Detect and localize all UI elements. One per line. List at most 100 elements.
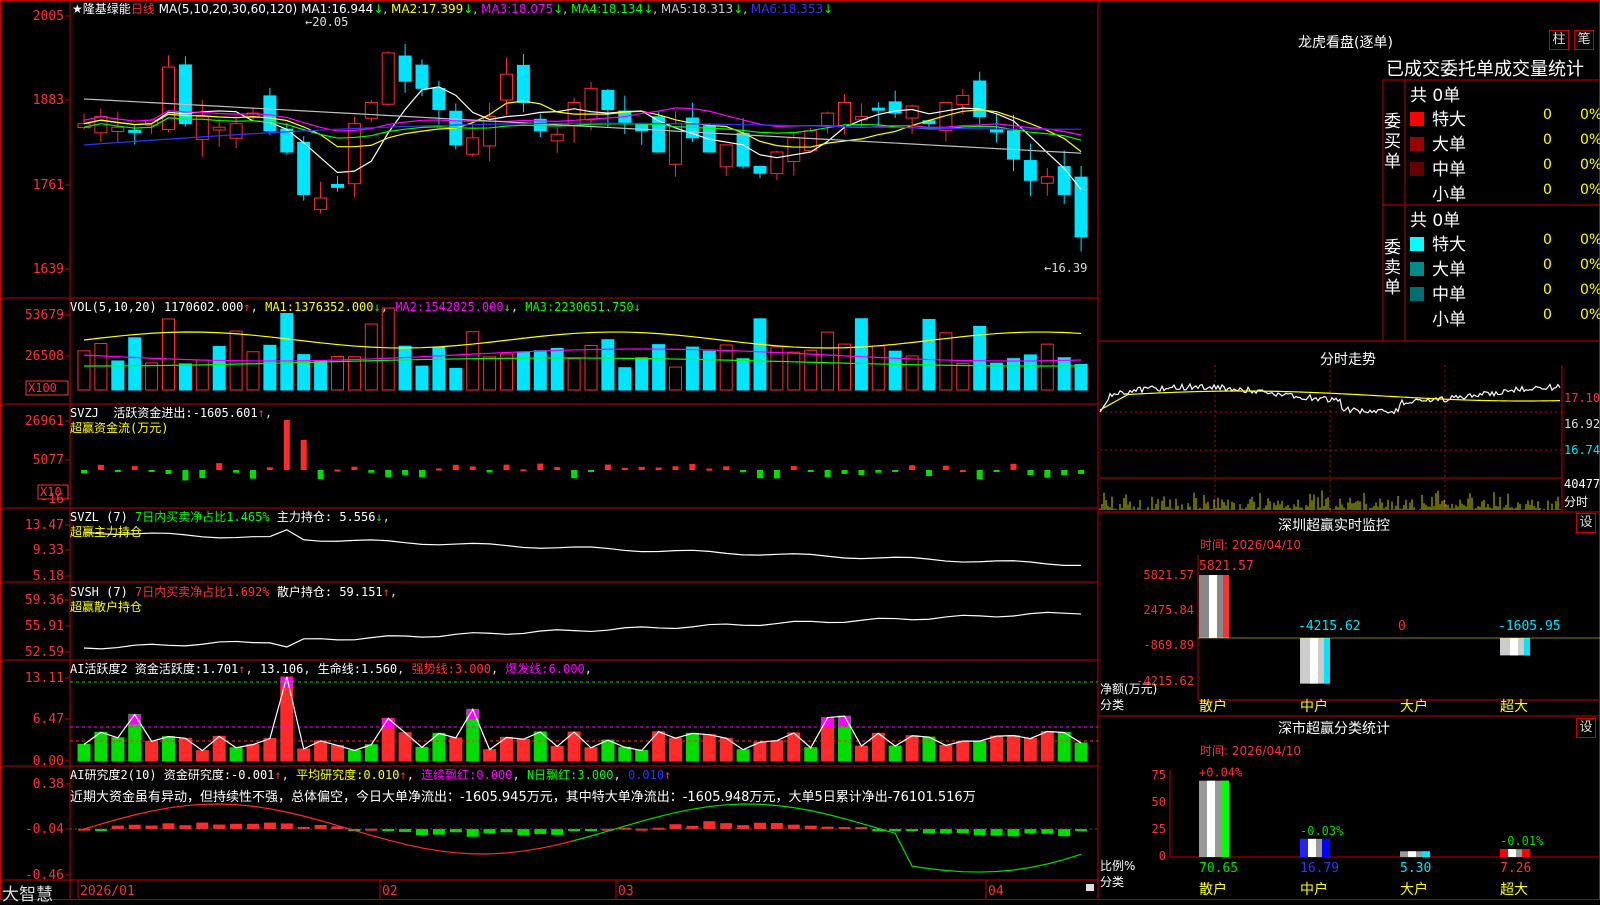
candle-body <box>770 151 784 175</box>
ai2-arrow2: ↑ <box>399 768 407 782</box>
ai2-v5: 0.010 <box>627 768 665 782</box>
sell-side-label: 委卖单 <box>1384 238 1401 298</box>
lhb-swatch <box>1410 162 1424 176</box>
svzj-bar <box>266 467 273 470</box>
ai2-bar <box>466 829 479 837</box>
ai2-bar <box>1024 829 1037 834</box>
monitor-category: 超大 <box>1500 699 1528 715</box>
ai1-text1: 资金活跃度: <box>134 662 203 676</box>
volume-bar <box>246 351 260 391</box>
svzj-bar <box>469 466 476 470</box>
stats-bar <box>1199 780 1229 857</box>
ai1-bar <box>1057 732 1071 762</box>
candle-body <box>500 73 513 101</box>
ai1-v4: 3.000 <box>454 662 491 676</box>
monitor-category: 大户 <box>1400 698 1428 715</box>
volume-bar <box>415 365 429 391</box>
monitor-value-label: 0 <box>1398 619 1406 634</box>
monitor-title: 深圳超赢实时监控 <box>1278 518 1390 534</box>
stats-category: 中户 <box>1300 881 1328 898</box>
stats-bar <box>1500 849 1530 857</box>
candle-body <box>787 137 801 163</box>
ai1-bars <box>77 676 1088 762</box>
ai2-bar <box>551 829 564 835</box>
volume-bar <box>854 318 868 391</box>
monitor-settings-button[interactable]: 设 <box>1576 513 1596 533</box>
ai2-bar <box>432 829 445 835</box>
svzj-bar <box>1027 470 1034 476</box>
ai1-bar <box>145 740 159 762</box>
ai1-bar <box>246 744 260 762</box>
stats-bar-light <box>1508 849 1516 857</box>
ma6-arrow: ↓ <box>823 2 834 16</box>
svzj-bar <box>875 470 882 473</box>
lhb-swatch <box>1410 287 1424 301</box>
candle-body <box>263 95 277 132</box>
candle-body <box>381 52 395 105</box>
volume-bar <box>939 332 953 391</box>
vol-ma1-arrow: ↓ <box>373 300 381 314</box>
lhb-row-percent: 0% <box>1580 307 1600 323</box>
svsh-ytick: 59.36 <box>25 593 64 608</box>
monitor-time: 时间: 2026/04/10 <box>1200 538 1302 552</box>
candle-body <box>1007 130 1020 160</box>
svzj-ytick: 5077 <box>33 453 64 468</box>
lhb-header: 已成交委托单成交量统计 <box>1386 59 1584 80</box>
ma1-value: 16.944 <box>331 2 374 16</box>
ai2-bar <box>568 829 581 831</box>
ma4-label: MA4: <box>570 2 602 16</box>
xaxis-label: 04 <box>988 884 1004 899</box>
ai1-bar <box>77 743 91 762</box>
ai2-bar <box>990 829 1003 836</box>
volume-bars <box>77 307 1088 391</box>
svzl-text1: 7日内买卖净占比1.465% <box>135 510 270 524</box>
ma2-arrow: ↓ <box>463 2 474 16</box>
vol-arrow: ↑ <box>243 300 251 314</box>
tick-mode-button[interactable]: 笔 <box>1574 30 1594 50</box>
ai2-arrow5: ↑ <box>664 768 672 782</box>
lock-icon <box>1086 884 1094 891</box>
svzj-bar <box>926 470 932 477</box>
vol-ma3-label: MA3: <box>525 300 555 314</box>
stats-title: 深市超赢分类统计 <box>1278 721 1390 737</box>
monitor-ylabel2: 分类 <box>1100 698 1125 712</box>
stats-bar-edge <box>1422 851 1430 857</box>
lhb-swatch <box>1410 237 1424 251</box>
volume-bar <box>94 343 108 391</box>
bar-mode-button[interactable]: 柱 <box>1549 30 1569 50</box>
ai2-bar <box>703 821 716 829</box>
volume-bar <box>838 343 851 391</box>
ma2-value: 17.399 <box>421 2 464 16</box>
svsh-subtitle: 超赢散户持仓 <box>70 600 143 614</box>
monitor-category: 中户 <box>1300 698 1328 715</box>
stock-name[interactable]: 隆基绿能 <box>83 2 131 16</box>
vol-ytick: 26508 <box>25 349 64 364</box>
ai1-bar <box>939 744 953 762</box>
stats-ytick: 50 <box>1152 795 1166 809</box>
svzj-bar <box>706 468 713 471</box>
volume-bar <box>1057 357 1071 391</box>
svzj-bar <box>689 464 696 470</box>
ai2-text4: N日飘红: <box>526 768 578 782</box>
period-label[interactable]: 日线 <box>131 2 155 16</box>
ai1-ytick: 6.47 <box>33 712 64 727</box>
vol-value: 1170602.000 <box>163 300 244 314</box>
stock-chart-canvas[interactable]: 20051883176116395367926508X100269615077-… <box>0 0 1600 900</box>
svzl-ytick: 5.18 <box>33 569 64 584</box>
lhb-row-name: 小单 <box>1432 310 1466 330</box>
stats-settings-button[interactable]: 设 <box>1576 718 1596 738</box>
ai2-text1: 资金研究度: <box>163 768 232 782</box>
ma4-arrow: ↓ <box>643 2 654 16</box>
ai2-bar <box>939 829 952 834</box>
monitor-bar-light <box>1510 638 1518 656</box>
ai1-bar <box>1074 742 1088 762</box>
ai2-bar <box>770 823 783 829</box>
svzj-bar <box>283 420 290 470</box>
candle-body <box>1057 166 1071 195</box>
vol-ma1-value: 1376352.000 <box>294 300 374 314</box>
vol-unit: X100 <box>28 381 57 395</box>
svzj-bar <box>740 470 747 473</box>
ai1-title: AI活跃度2 <box>70 662 128 676</box>
volume-bar <box>145 362 159 391</box>
volume-bar <box>466 331 480 391</box>
